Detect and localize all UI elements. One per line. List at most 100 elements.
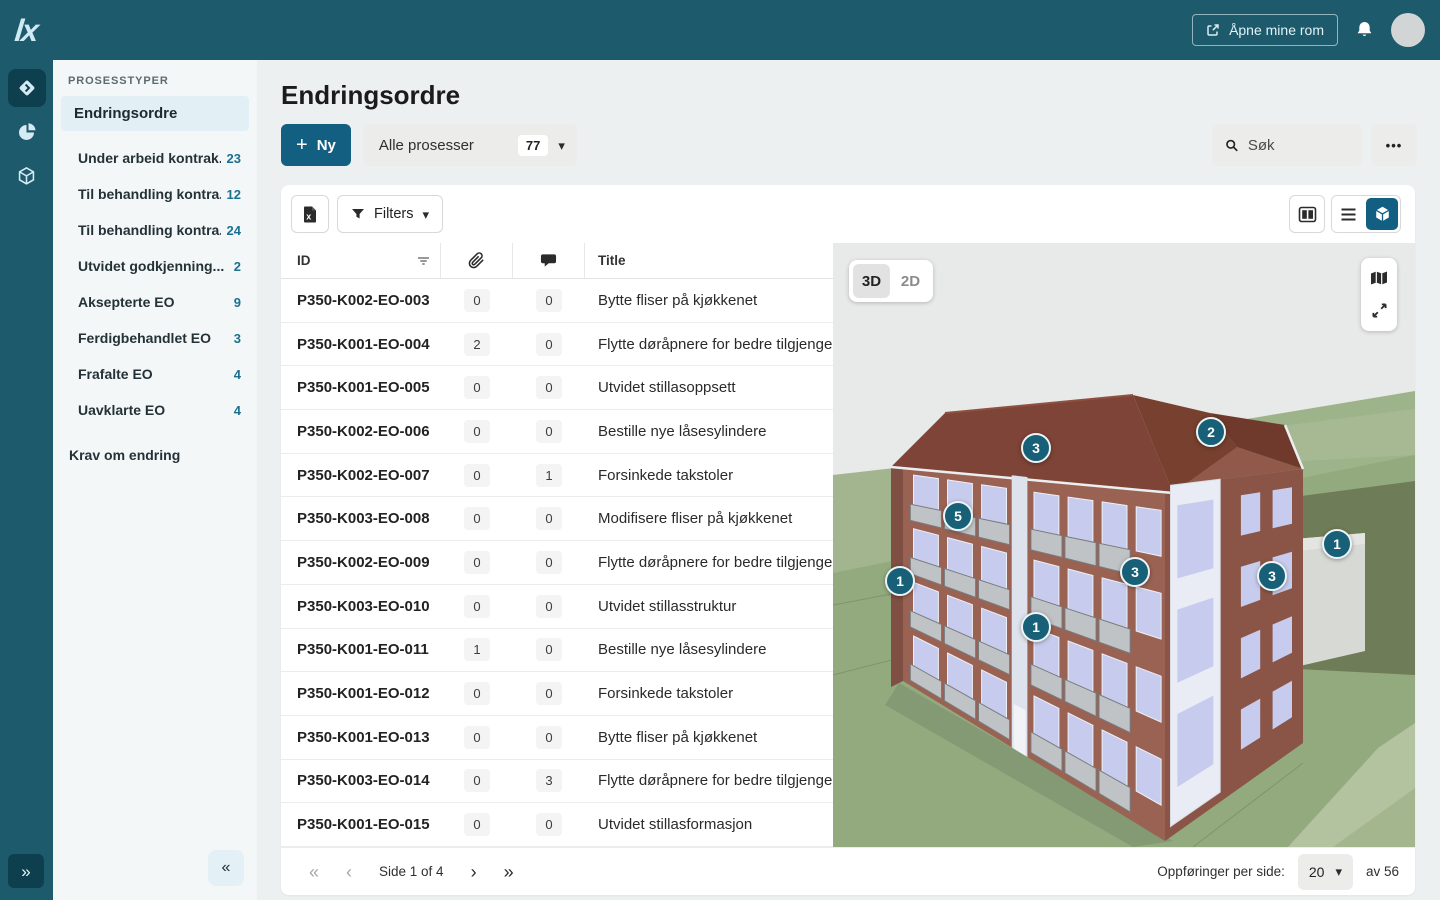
process-filter-dropdown[interactable]: Alle prosesser 77 ▾ <box>363 124 577 166</box>
row-title: Flytte døråpnere for bedre tilgjengeligh… <box>585 336 833 353</box>
attachments-count: 0 <box>464 595 490 618</box>
table-row[interactable]: P350-K001-EO-005 0 0 Utvidet stillasopps… <box>281 366 833 410</box>
comments-count: 0 <box>536 289 562 312</box>
column-id-label: ID <box>297 253 311 268</box>
row-id: P350-K001-EO-012 <box>281 685 441 702</box>
search-input[interactable] <box>1248 137 1349 154</box>
comments-count: 1 <box>536 464 562 487</box>
column-header-id[interactable]: ID <box>281 243 441 278</box>
table-row[interactable]: P350-K003-EO-014 0 3 Flytte døråpnere fo… <box>281 760 833 804</box>
open-rooms-label: Åpne mine rom <box>1229 22 1324 38</box>
model-marker[interactable]: 3 <box>1021 433 1051 463</box>
rail-expand-button[interactable]: » <box>8 854 44 888</box>
comments-count: 0 <box>536 420 562 443</box>
open-rooms-button[interactable]: Åpne mine rom <box>1192 14 1338 46</box>
column-header-attachments[interactable] <box>441 243 513 278</box>
filters-button[interactable]: Filters ▾ <box>337 195 443 233</box>
table-row[interactable]: P350-K001-EO-013 0 0 Bytte fliser på kjø… <box>281 716 833 760</box>
row-title: Flytte døråpnere for bedre tilgjengeligh… <box>585 554 833 571</box>
main-content: Endringsordre + Ny Alle prosesser 77 ▾ •… <box>257 60 1440 900</box>
table-row[interactable]: P350-K001-EO-004 2 0 Flytte døråpnere fo… <box>281 323 833 367</box>
rail-item-processes[interactable] <box>8 69 46 107</box>
model-view-button[interactable] <box>1366 198 1398 230</box>
export-excel-button[interactable]: x <box>291 195 329 233</box>
sidebar-item[interactable]: Aksepterte EO 9 <box>53 284 257 320</box>
model-marker[interactable]: 2 <box>1196 417 1226 447</box>
fullscreen-button[interactable] <box>1371 302 1388 319</box>
column-settings-button[interactable] <box>1289 195 1325 233</box>
attachments-count: 0 <box>464 289 490 312</box>
cube-icon <box>16 166 37 187</box>
column-filter-icon[interactable] <box>417 256 430 266</box>
next-page-button[interactable]: › <box>471 863 477 881</box>
mode-3d-button[interactable]: 3D <box>853 264 890 298</box>
sidebar-item-label: Under arbeid kontrak... <box>78 150 221 166</box>
table-row[interactable]: P350-K002-EO-007 0 1 Forsinkede takstole… <box>281 454 833 498</box>
model-marker[interactable]: 3 <box>1257 561 1287 591</box>
attachments-count: 2 <box>464 333 490 356</box>
viewer-tools <box>1361 258 1397 331</box>
row-attachments: 0 <box>441 682 513 705</box>
sidebar-section-title: PROSESSTYPER <box>68 75 257 87</box>
row-id: P350-K002-EO-007 <box>281 467 441 484</box>
table-row[interactable]: P350-K003-EO-008 0 0 Modifisere fliser p… <box>281 497 833 541</box>
sidebar-item[interactable]: Til behandling kontra... 24 <box>53 212 257 248</box>
table-row[interactable]: P350-K002-EO-009 0 0 Flytte døråpnere fo… <box>281 541 833 585</box>
column-header-comments[interactable] <box>513 243 585 278</box>
ellipsis-icon: ••• <box>1386 138 1403 153</box>
table-row[interactable]: P350-K001-EO-015 0 0 Utvidet stillasform… <box>281 803 833 847</box>
sidebar-item[interactable]: Uavklarte EO 4 <box>53 392 257 428</box>
sidebar-item-endringsordre[interactable]: Endringsordre <box>61 96 249 131</box>
column-header-title[interactable]: Title <box>585 243 833 278</box>
comments-count: 0 <box>536 376 562 399</box>
row-comments: 0 <box>513 551 585 574</box>
model-marker[interactable]: 5 <box>943 501 973 531</box>
app-root: lx Åpne mine rom » PROSESSTYPER Endrings… <box>0 0 1440 900</box>
sidebar-item-krav-om-endring[interactable]: Krav om endring <box>53 437 257 473</box>
sidebar-item-count: 2 <box>234 259 241 274</box>
model-marker[interactable]: 3 <box>1120 557 1150 587</box>
mode-2d-button[interactable]: 2D <box>892 264 929 298</box>
rail-item-model[interactable] <box>8 157 46 195</box>
sidebar-item[interactable]: Til behandling kontra... 12 <box>53 176 257 212</box>
avatar[interactable] <box>1391 13 1425 47</box>
model-marker[interactable]: 1 <box>1322 529 1352 559</box>
row-attachments: 0 <box>441 289 513 312</box>
sidebar-item[interactable]: Ferdigbehandlet EO 3 <box>53 320 257 356</box>
comment-bubble-icon <box>540 252 557 269</box>
column-title-label: Title <box>598 253 626 268</box>
sidebar-item[interactable]: Under arbeid kontrak... 23 <box>53 140 257 176</box>
list-view-button[interactable] <box>1332 196 1364 232</box>
prev-page-button[interactable]: ‹ <box>346 863 352 881</box>
notifications-button[interactable] <box>1355 20 1374 40</box>
table-row[interactable]: P350-K002-EO-003 0 0 Bytte fliser på kjø… <box>281 279 833 323</box>
row-title: Utvidet stillasformasjon <box>585 816 833 833</box>
rail-item-charts[interactable] <box>8 113 46 151</box>
row-comments: 0 <box>513 682 585 705</box>
new-button[interactable]: + Ny <box>281 124 351 166</box>
sidebar-item[interactable]: Utvidet godkjenning... 2 <box>53 248 257 284</box>
table-row[interactable]: P350-K001-EO-011 1 0 Bestille nye låsesy… <box>281 629 833 673</box>
table-row[interactable]: P350-K003-EO-010 0 0 Utvidet stillasstru… <box>281 585 833 629</box>
pie-chart-icon <box>17 122 37 142</box>
model-marker[interactable]: 1 <box>1021 612 1051 642</box>
row-attachments: 2 <box>441 333 513 356</box>
row-title: Bytte fliser på kjøkkenet <box>585 729 833 746</box>
more-options-button[interactable]: ••• <box>1371 124 1417 166</box>
row-attachments: 0 <box>441 813 513 836</box>
app-logo[interactable]: lx <box>13 15 38 46</box>
row-id: P350-K003-EO-014 <box>281 772 441 789</box>
table-row[interactable]: P350-K001-EO-012 0 0 Forsinkede takstole… <box>281 672 833 716</box>
sidebar-item-label: Ferdigbehandlet EO <box>78 330 211 346</box>
map-button[interactable] <box>1370 270 1388 286</box>
model-marker[interactable]: 1 <box>885 566 915 596</box>
first-page-button[interactable]: « <box>309 863 319 881</box>
sidebar-item[interactable]: Frafalte EO 4 <box>53 356 257 392</box>
last-page-button[interactable]: » <box>504 863 514 881</box>
row-comments: 0 <box>513 595 585 618</box>
chevron-down-icon: ▾ <box>1335 865 1342 878</box>
sidebar-collapse-button[interactable]: « <box>208 850 244 886</box>
per-page-dropdown[interactable]: 20 ▾ <box>1298 854 1353 890</box>
row-attachments: 0 <box>441 376 513 399</box>
table-row[interactable]: P350-K002-EO-006 0 0 Bestille nye låsesy… <box>281 410 833 454</box>
